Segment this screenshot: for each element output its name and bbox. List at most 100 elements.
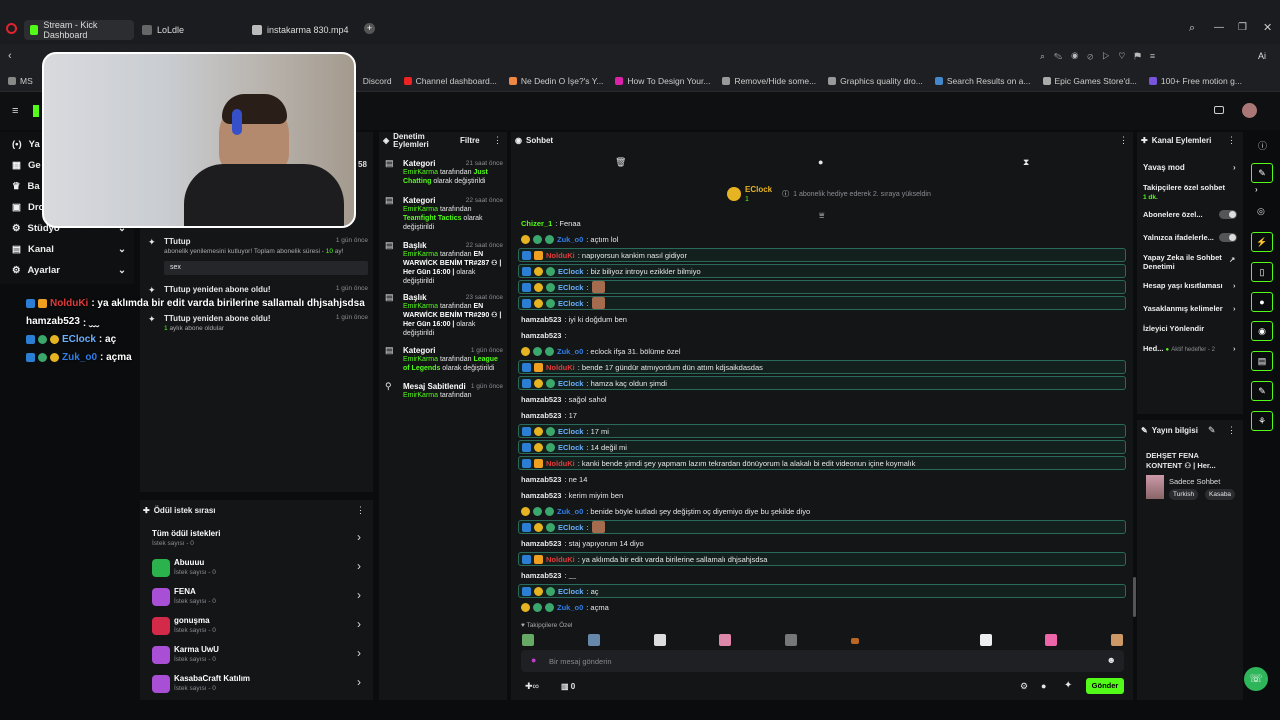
chat-message[interactable]: Zuk_o0: eclock ifşa 31. bölüme özel: [518, 344, 1126, 358]
support-button[interactable]: ☏: [1244, 667, 1268, 691]
chat-message[interactable]: Zuk_o0: açma: [518, 600, 1126, 614]
chat-message[interactable]: EClock: aç: [518, 584, 1126, 598]
sidebar-item-kanal[interactable]: ▤ Kanal ⌄: [0, 239, 134, 260]
chat-message[interactable]: EClock: 14 değil mi: [518, 440, 1126, 454]
bookmark-graphics[interactable]: Graphics quality dro...: [828, 76, 923, 86]
chat-username[interactable]: hamzab523: [521, 395, 561, 404]
emote[interactable]: [522, 634, 534, 646]
subscribers-only-toggle[interactable]: [1219, 210, 1237, 219]
chat-username[interactable]: hamzab523: [521, 539, 561, 548]
tag-chip[interactable]: Kasaba: [1205, 489, 1235, 500]
chat-username[interactable]: NolduKi: [546, 251, 575, 260]
chat-username[interactable]: hamzab523: [521, 315, 561, 324]
chat-username[interactable]: Chizer_1: [521, 219, 552, 228]
reward-row[interactable]: Abuuuu İstek sayısı - 0 ›: [150, 556, 365, 584]
chat-username[interactable]: EClock: [558, 587, 583, 596]
chat-message[interactable]: Zuk_o0: benide böyle kutladı şey değişti…: [518, 504, 1126, 518]
more-icon[interactable]: ⋮: [1119, 135, 1128, 146]
chat-username[interactable]: EClock: [558, 299, 583, 308]
emotes-only-toggle[interactable]: [1219, 233, 1237, 242]
chat-message[interactable]: EClock: 17 mi: [518, 424, 1126, 438]
chat-message[interactable]: NolduKi: kanki bende şimdi şey yapmam la…: [518, 456, 1126, 470]
chat-username[interactable]: Zuk_o0: [557, 347, 583, 356]
maximize-icon[interactable]: ❐: [1238, 22, 1247, 33]
more-icon[interactable]: ⋮: [356, 505, 365, 516]
emote[interactable]: [851, 638, 859, 644]
emote[interactable]: [588, 634, 600, 646]
chat-username[interactable]: Zuk_o0: [557, 603, 583, 612]
bookmark-free-motion[interactable]: 100+ Free motion g...: [1148, 76, 1242, 86]
emote[interactable]: [785, 634, 797, 646]
raid-row[interactable]: İzleyici Yönlendir: [1143, 324, 1239, 333]
reward-row[interactable]: KasabaCraft Katılım İstek sayısı - 0 ›: [150, 672, 365, 700]
minimize-icon[interactable]: —: [1214, 22, 1224, 33]
bolt-rail-button[interactable]: ⚡: [1251, 232, 1273, 252]
tab-loldle[interactable]: LoLdle: [136, 20, 236, 40]
emoji-icon[interactable]: ☻: [1107, 655, 1116, 665]
chat-input[interactable]: ● Bir mesaj gönderin ☻: [521, 650, 1124, 672]
chat-username[interactable]: EClock: [558, 379, 583, 388]
emote[interactable]: [719, 634, 731, 646]
chat-bubble-icon[interactable]: ●: [818, 157, 823, 167]
chat-username[interactable]: NolduKi: [546, 459, 575, 468]
bookmark-how-to-design[interactable]: How To Design Your...: [615, 76, 710, 86]
chat-username[interactable]: EClock: [558, 267, 583, 276]
kick-logo[interactable]: [33, 105, 39, 117]
chat-username[interactable]: hamzab523: [521, 491, 561, 500]
chat-username[interactable]: hamzab523: [521, 475, 561, 484]
chat-message[interactable]: hamzab523:: [518, 328, 1126, 342]
chat-message[interactable]: hamzab523: iyi ki doğdum ben: [518, 312, 1126, 326]
send-button[interactable]: Gönder: [1086, 678, 1124, 694]
chat-username[interactable]: NolduKi: [546, 555, 575, 564]
reward-row[interactable]: Karma UwU İstek sayısı - 0 ›: [150, 643, 365, 671]
new-tab-icon[interactable]: +: [364, 23, 375, 34]
emote[interactable]: [980, 634, 992, 646]
chat-message[interactable]: EClock:: [518, 520, 1126, 534]
chat-message[interactable]: hamzab523: sağol sahol: [518, 392, 1126, 406]
more-icon[interactable]: ⋮: [493, 135, 502, 146]
ai-moderation-row[interactable]: Yapay Zeka ile Sohbet Denetimi ↗: [1143, 253, 1235, 271]
bookmark-epic-games[interactable]: Epic Games Store'd...: [1042, 76, 1137, 86]
bookmark-ms[interactable]: MS: [8, 76, 33, 86]
emote-menu-icon[interactable]: ●: [1041, 681, 1046, 691]
edit-rail-button[interactable]: ✎: [1251, 163, 1273, 183]
settings-icon[interactable]: ⚙: [1020, 681, 1028, 692]
sidebar-item-ayarlar[interactable]: ⚙ Ayarlar ⌄: [0, 260, 134, 281]
share-rail-button[interactable]: ⚘: [1251, 411, 1273, 431]
hourglass-icon[interactable]: ⧗: [1023, 157, 1029, 168]
scrollbar[interactable]: [1133, 577, 1136, 617]
reward-row[interactable]: gonuşma İstek sayısı - 0 ›: [150, 614, 365, 642]
opera-logo-icon[interactable]: [6, 23, 17, 34]
chat-message[interactable]: hamzab523: kerim miyim ben: [518, 488, 1126, 502]
chat-message[interactable]: EClock:: [518, 280, 1126, 294]
points-icon[interactable]: ✚∞: [525, 681, 539, 692]
chat-message[interactable]: hamzab523: ﹏: [518, 568, 1126, 582]
chat-username[interactable]: EClock: [558, 427, 583, 436]
broadcast-rail-button[interactable]: ◉: [1251, 321, 1273, 341]
chat-message[interactable]: EClock:: [518, 296, 1126, 310]
quick-emotes-icon[interactable]: ✦: [1064, 680, 1072, 691]
bookmark-remove-hide[interactable]: Remove/Hide some...: [722, 76, 816, 86]
filter-button[interactable]: Filtre: [460, 136, 480, 145]
chat-username[interactable]: Zuk_o0: [557, 235, 583, 244]
all-rewards-row[interactable]: Tüm ödül istekleri İstek sayısı - 0 ›: [150, 527, 365, 555]
chat-username[interactable]: hamzab523: [521, 411, 561, 420]
chat-message[interactable]: NolduKi: napıyorsun kankim nasıl gidiyor: [518, 248, 1126, 262]
close-icon[interactable]: ✕: [1263, 21, 1272, 34]
account-age-row[interactable]: Hesap yaşı kısıtlaması ›: [1143, 281, 1239, 290]
tag-chip[interactable]: Turkish: [1169, 489, 1199, 500]
tab-instakarma[interactable]: instakarma 830.mp4: [246, 20, 356, 40]
camera-icon[interactable]: ◎: [1257, 206, 1265, 217]
menu-icon[interactable]: ≡: [12, 105, 18, 117]
bookmark-ne-dedin[interactable]: Ne Dedin O İşe?'s Y...: [508, 76, 603, 86]
edit-icon[interactable]: ✎: [1208, 425, 1216, 436]
back-icon[interactable]: ‹: [8, 50, 12, 62]
goals-row[interactable]: Hed... ● Aktif hedefler - 2 ›: [1143, 344, 1239, 353]
chat-message[interactable]: hamzab523: 17: [518, 408, 1126, 422]
emote[interactable]: [654, 634, 666, 646]
chat-message[interactable]: NolduKi: ya aklımda bir edit varda biril…: [518, 552, 1126, 566]
chat-username[interactable]: NolduKi: [546, 363, 575, 372]
reward-row[interactable]: FENA İstek sayısı - 0 ›: [150, 585, 365, 613]
banned-words-row[interactable]: Yasaklanmış kelimeler ›: [1143, 304, 1239, 313]
more-icon[interactable]: ⋮: [1227, 425, 1236, 436]
